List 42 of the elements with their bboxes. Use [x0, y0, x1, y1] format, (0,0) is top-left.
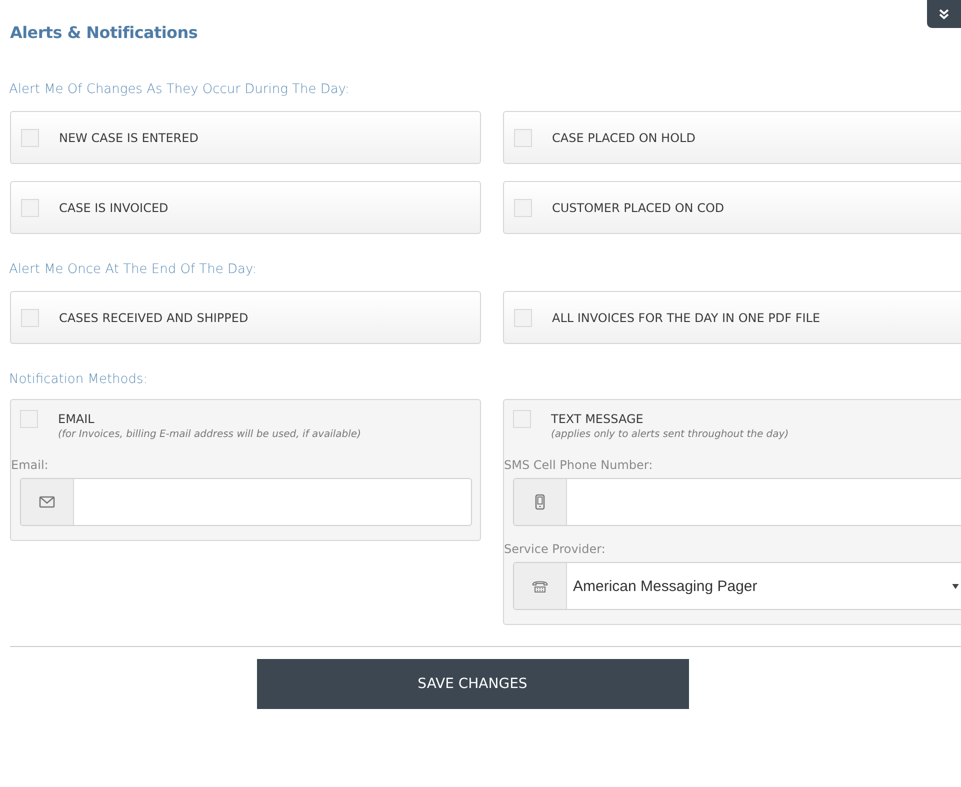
- method-label: TEXT MESSAGE: [551, 411, 644, 428]
- double-chevron-down-icon: [938, 8, 950, 20]
- envelope-icon: [39, 496, 55, 508]
- option-label: CASE IS INVOICED: [59, 200, 168, 214]
- checkbox[interactable]: [21, 198, 39, 216]
- field-label: Service Provider:: [504, 542, 606, 556]
- option-panel[interactable]: CASE IS INVOICED: [10, 181, 481, 234]
- collapse-button[interactable]: [927, 0, 961, 28]
- checkbox[interactable]: [21, 128, 39, 146]
- option-panel[interactable]: ALL INVOICES FOR THE DAY IN ONE PDF FILE: [503, 291, 961, 344]
- checkbox[interactable]: [514, 198, 532, 216]
- option-label: NEW CASE IS ENTERED: [59, 130, 198, 144]
- option-label: CASES RECEIVED AND SHIPPED: [59, 310, 248, 324]
- select-field[interactable]: American Messaging Pager: [513, 562, 961, 610]
- section-heading: Notification Methods:: [8, 372, 149, 389]
- field-label: SMS Cell Phone Number:: [504, 458, 654, 472]
- page-title: Alerts & Notifications: [10, 23, 198, 44]
- section-heading: Alert Me Of Changes As They Occur During The Day:: [8, 82, 350, 99]
- caret-icon: [952, 584, 959, 588]
- checkbox[interactable]: [514, 128, 532, 146]
- select-value: American Messaging Pager: [573, 578, 758, 594]
- option-panel[interactable]: CUSTOMER PLACED ON COD: [503, 181, 961, 234]
- field-label: Email:: [11, 458, 50, 472]
- checkbox[interactable]: [513, 410, 531, 428]
- telephone-icon: [532, 579, 548, 593]
- option-label: CUSTOMER PLACED ON COD: [552, 200, 724, 214]
- option-label: ALL INVOICES FOR THE DAY IN ONE PDF FILE: [552, 310, 820, 324]
- method-note: (for Invoices, billing E-mail address will be used, if available): [58, 428, 361, 442]
- option-panel[interactable]: NEW CASE IS ENTERED: [10, 111, 481, 164]
- option-panel[interactable]: CASE PLACED ON HOLD: [503, 111, 961, 164]
- checkbox[interactable]: [514, 308, 532, 326]
- section-heading: Alert Me Once At The End Of The Day:: [8, 262, 258, 279]
- option-label: CASE PLACED ON HOLD: [552, 130, 696, 144]
- option-panel[interactable]: CASES RECEIVED AND SHIPPED: [10, 291, 481, 344]
- input-field[interactable]: [513, 478, 961, 526]
- method-note: (applies only to alerts sent throughout the day): [551, 428, 789, 442]
- checkbox[interactable]: [20, 410, 38, 428]
- method-label: EMAIL: [58, 411, 96, 428]
- input-field[interactable]: [20, 478, 472, 526]
- mobile-phone-icon: [535, 494, 545, 510]
- checkbox[interactable]: [21, 308, 39, 326]
- save-button[interactable]: SAVE CHANGES: [256, 659, 688, 709]
